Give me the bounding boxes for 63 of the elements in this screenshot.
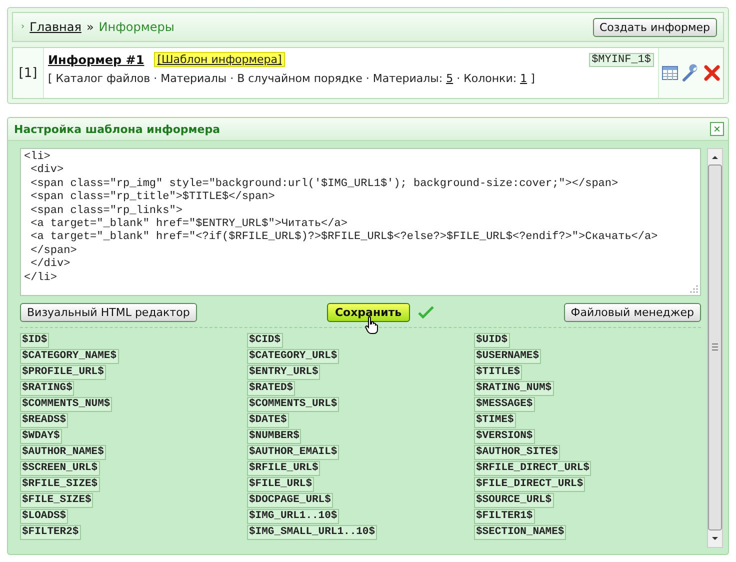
template-variable[interactable]: $TIME$ (474, 413, 516, 428)
template-variable[interactable]: $COMMENTS_URL$ (247, 397, 340, 412)
template-variable[interactable]: $DOCPAGE_URL$ (247, 493, 333, 508)
template-variable[interactable]: $READS$ (20, 413, 68, 428)
template-variable[interactable]: $FILTER2$ (20, 525, 81, 540)
check-icon (418, 306, 434, 319)
template-variable[interactable]: $LOADS$ (20, 509, 68, 524)
template-variable[interactable]: $USERNAME$ (474, 349, 542, 364)
scrollbar[interactable] (707, 148, 723, 548)
template-variable[interactable]: $UID$ (474, 333, 510, 348)
informer-title-link[interactable]: Информер #1 (48, 52, 144, 66)
template-variable[interactable]: $RFILE_SIZE$ (20, 477, 100, 492)
template-variable[interactable]: $RATING_NUM$ (474, 381, 554, 396)
template-variable[interactable]: $RFILE_DIRECT_URL$ (474, 461, 592, 476)
template-variable[interactable]: $NUMBER$ (247, 429, 302, 444)
materials-count-link[interactable]: 5 (446, 72, 454, 85)
template-variable[interactable]: $CATEGORY_NAME$ (20, 349, 119, 364)
template-variable[interactable]: $WDAY$ (20, 429, 62, 444)
save-button[interactable]: Сохранить (326, 303, 410, 322)
template-variable[interactable]: $AUTHOR_NAME$ (20, 445, 106, 460)
template-code-editor[interactable]: <li> <div> <span class="rp_img" style="background:url('$IMG_URL1$'); background-size:cover;"></span> <span class="rp_title">$TITLE$</span> <span class="rp_links"> <a target="_blank" href="$ENTRY_URL$">Читать</a> <a target="_blank" href="<?if($RFILE_URL$)?>$RFILE_URL$<?else?>$FILE_URL$<?endif?>">Скачать</a> </span> </div> </li> (20, 148, 701, 296)
template-variable[interactable]: $VERSION$ (474, 429, 535, 444)
template-variable[interactable]: $SOURCE_URL$ (474, 493, 554, 508)
home-link[interactable]: Главная (30, 20, 82, 34)
template-variable[interactable]: $DATE$ (247, 413, 289, 428)
template-variable[interactable]: $IMG_URL1..10$ (247, 509, 340, 524)
template-variable[interactable]: $FILTER1$ (474, 509, 535, 524)
breadcrumb-arrow-icon: › (21, 22, 25, 32)
informer-code: $MYINF_1$ (588, 52, 654, 66)
template-variable[interactable]: $FILE_SIZE$ (20, 493, 94, 508)
template-variable[interactable]: $ID$ (20, 333, 50, 348)
current-page: Информеры (98, 20, 174, 34)
template-variable[interactable]: $FILE_DIRECT_URL$ (474, 477, 586, 492)
breadcrumb-separator: » (86, 20, 94, 34)
template-variable[interactable]: $CATEGORY_URL$ (247, 349, 340, 364)
columns-count-link[interactable]: 1 (520, 72, 528, 85)
template-variable[interactable]: $AUTHOR_SITE$ (474, 445, 560, 460)
table-icon[interactable] (662, 66, 678, 80)
template-variable[interactable]: $RATED$ (247, 381, 296, 396)
template-variable[interactable]: $AUTHOR_EMAIL$ (247, 445, 340, 460)
template-variable[interactable]: $PROFILE_URL$ (20, 365, 106, 380)
file-manager-button[interactable]: Файловый менеджер (564, 303, 701, 322)
template-variable[interactable]: $SECTION_NAME$ (474, 525, 566, 540)
wrench-icon[interactable] (682, 64, 700, 82)
create-informer-button[interactable]: Создать информер (592, 18, 717, 36)
template-variable[interactable]: $CID$ (247, 333, 283, 348)
panel-title: Настройка шаблона информера (14, 122, 220, 136)
visual-editor-button[interactable]: Визуальный HTML редактор (20, 303, 197, 322)
template-variable[interactable]: $RATING$ (20, 381, 74, 396)
template-variable[interactable]: $RFILE_URL$ (247, 461, 320, 476)
template-variable[interactable]: $IMG_SMALL_URL1..10$ (247, 525, 378, 540)
template-variable[interactable]: $ENTRY_URL$ (247, 365, 320, 380)
template-variable[interactable]: $FILE_URL$ (247, 477, 314, 492)
resize-grip-icon[interactable] (690, 285, 698, 293)
delete-icon[interactable] (704, 65, 720, 81)
informer-description: [ Каталог файлов · Материалы · В случайном порядке · Материалы: 5 · Колонки: 1 ] (48, 72, 536, 85)
row-number: [1] (13, 48, 44, 98)
close-button[interactable]: × (710, 122, 724, 136)
template-variable[interactable]: $MESSAGE$ (474, 397, 535, 412)
template-variable[interactable]: $TITLE$ (474, 365, 522, 380)
template-link[interactable]: [Шаблон информера] (154, 52, 285, 67)
template-variable[interactable]: $COMMENTS_NUM$ (20, 397, 112, 412)
template-variable[interactable]: $SCREEN_URL$ (20, 461, 100, 476)
